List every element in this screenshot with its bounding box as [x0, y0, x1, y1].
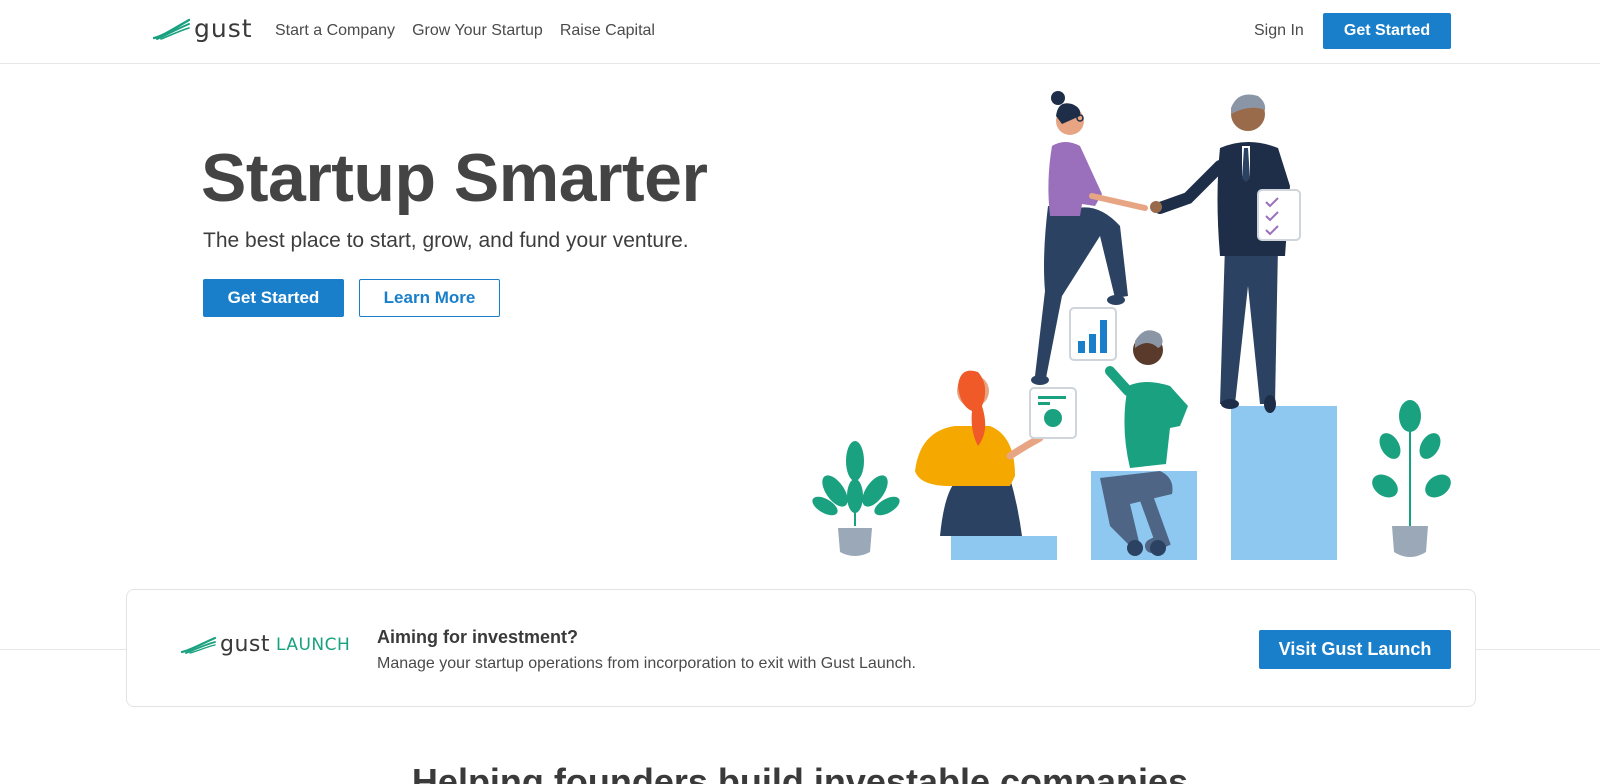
plant-left-icon	[812, 441, 900, 556]
bar-chart-card-icon	[1069, 307, 1117, 361]
section-heading: Helping founders build investable compan…	[411, 761, 1189, 784]
hero-subtitle: The best place to start, grow, and fund …	[203, 229, 689, 252]
hero-get-started-button[interactable]: Get Started	[203, 279, 344, 317]
header-get-started-button[interactable]: Get Started	[1323, 13, 1451, 49]
seated-woman-figure	[915, 370, 1044, 536]
logo-wordmark: gust	[194, 14, 253, 43]
certificate-card-icon	[1029, 387, 1077, 439]
launch-heading: Aiming for investment?	[377, 627, 579, 647]
sign-in-link[interactable]: Sign In	[1254, 21, 1304, 41]
hero-title: Startup Smarter	[201, 140, 708, 216]
visit-gust-launch-button[interactable]: Visit Gust Launch	[1259, 630, 1451, 669]
gust-logo[interactable]: gust	[153, 14, 253, 44]
pedestal-tall	[1231, 406, 1337, 560]
launch-logo-launch: LAUNCH	[276, 634, 351, 655]
hero-illustration	[812, 91, 1451, 560]
learn-more-button[interactable]: Learn More	[359, 279, 500, 317]
gust-launch-banner: gust LAUNCH Aiming for investment? Manag…	[126, 589, 1476, 707]
gust-swoosh-icon	[181, 636, 217, 654]
gust-launch-logo: gust LAUNCH	[181, 632, 350, 657]
standing-man-figure	[1150, 94, 1301, 413]
launch-description: Manage your startup operations from inco…	[377, 655, 916, 672]
plant-right-icon	[1372, 400, 1451, 557]
launch-logo-gust: gust	[220, 632, 270, 657]
nav-raise-capital[interactable]: Raise Capital	[560, 21, 655, 41]
nav-start-a-company[interactable]: Start a Company	[275, 21, 395, 41]
site-header: gust Start a Company Grow Your Startup R…	[0, 0, 1600, 64]
nav-grow-your-startup[interactable]: Grow Your Startup	[412, 21, 543, 41]
pedestal-small	[951, 536, 1057, 560]
gust-swoosh-icon	[153, 18, 191, 40]
main-nav: Start a Company Grow Your Startup Raise …	[275, 21, 655, 41]
